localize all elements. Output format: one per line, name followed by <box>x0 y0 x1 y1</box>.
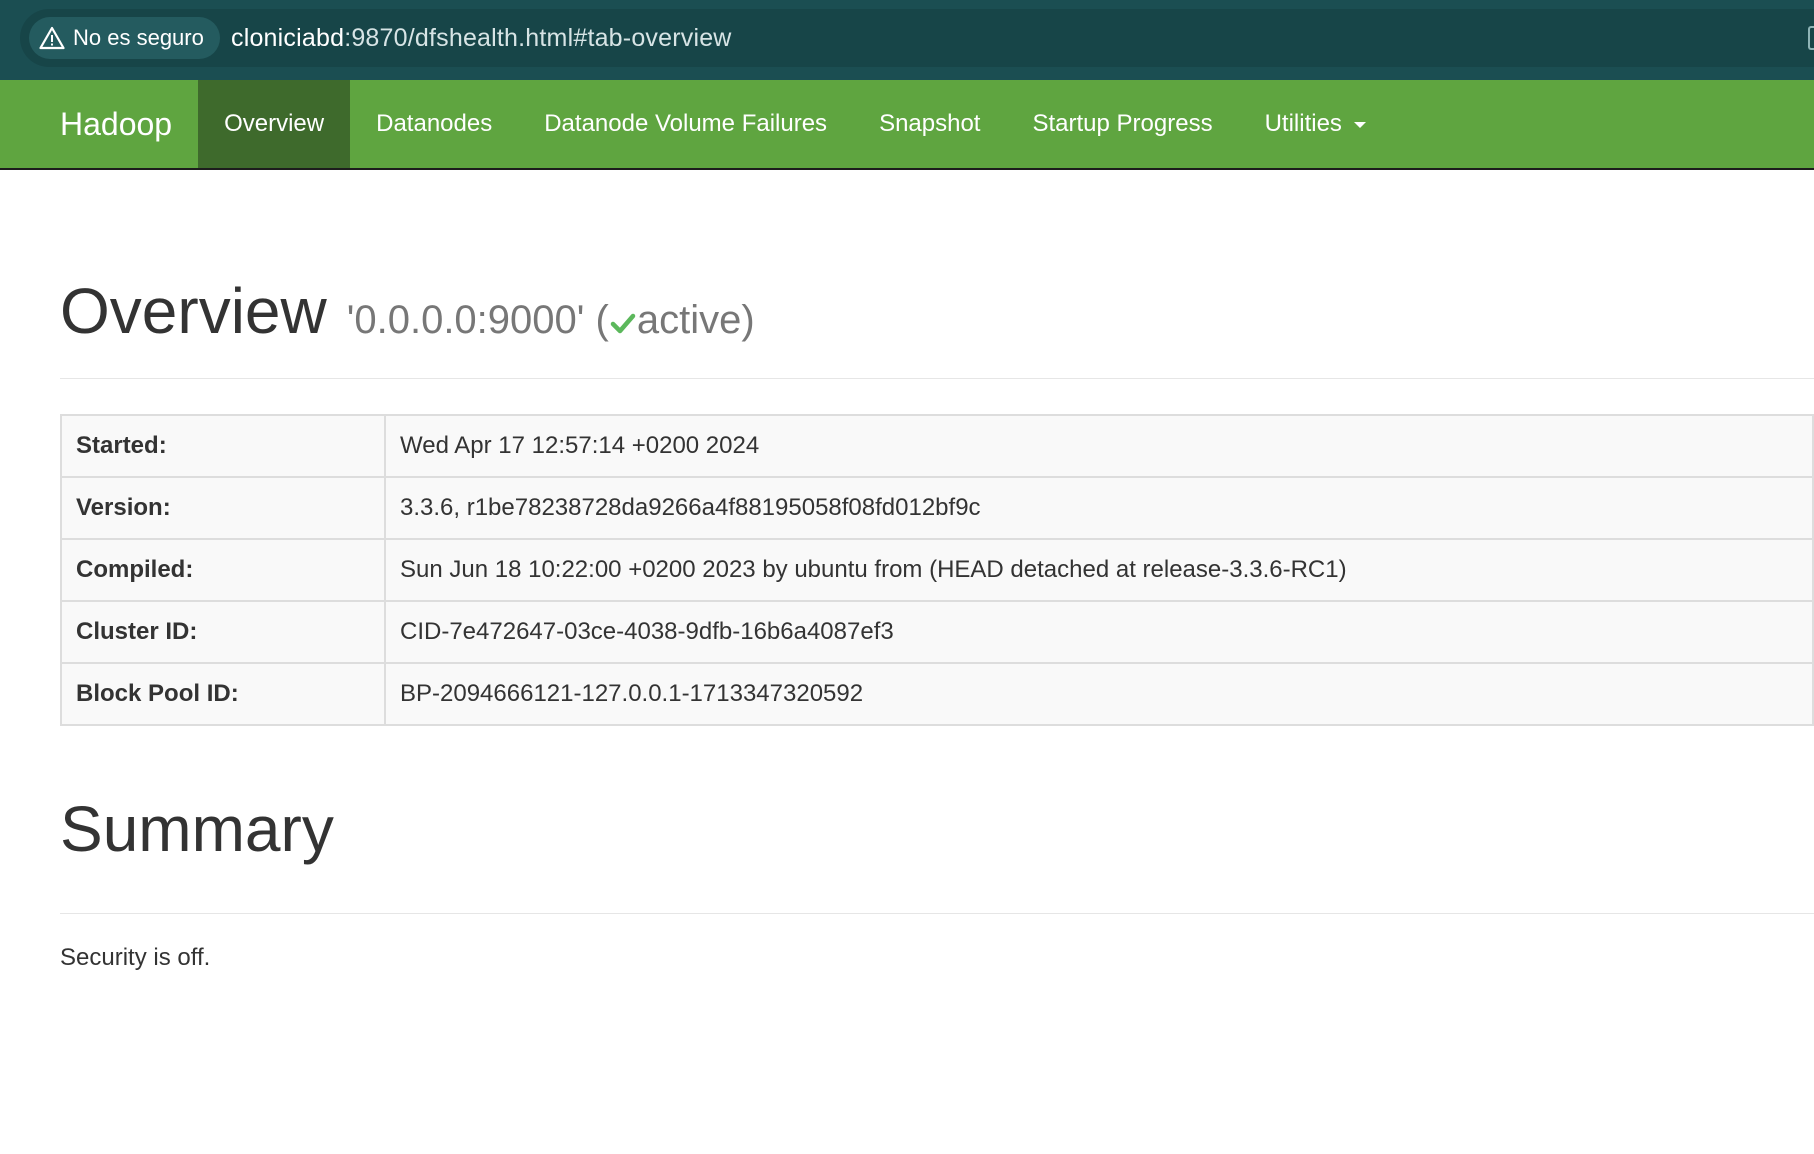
nav-startup-progress[interactable]: Startup Progress <box>1006 80 1238 168</box>
table-row: Cluster ID: CID-7e472647-03ce-4038-9dfb-… <box>60 600 1814 664</box>
nav-overview[interactable]: Overview <box>198 80 351 168</box>
caret-down-icon <box>1353 122 1366 128</box>
row-label: Block Pool ID: <box>60 662 386 726</box>
checkmark-icon <box>610 313 636 334</box>
security-label: No es seguro <box>73 25 204 50</box>
namenode-address: '0.0.0.0:9000' <box>346 298 585 342</box>
table-row: Block Pool ID: BP-2094666121-127.0.0.1-1… <box>60 662 1814 726</box>
url-field[interactable]: No es seguro cloniciabd:9870/dfshealth.h… <box>20 9 1814 67</box>
nav-utilities-label: Utilities <box>1264 110 1342 137</box>
namenode-status: '0.0.0.0:9000' ( active) <box>347 298 755 343</box>
main-content: Overview '0.0.0.0:9000' ( active) Started… <box>60 168 1814 972</box>
row-label: Compiled: <box>60 538 386 602</box>
nav-datanode-volume-failures[interactable]: Datanode Volume Failures <box>518 80 853 168</box>
browser-edge-control <box>1808 26 1814 50</box>
row-value: Wed Apr 17 12:57:14 +0200 2024 <box>384 414 1814 478</box>
divider <box>60 378 1814 379</box>
nav-datanodes[interactable]: Datanodes <box>350 80 518 168</box>
overview-header: Overview '0.0.0.0:9000' ( active) <box>60 274 1814 348</box>
table-row: Started: Wed Apr 17 12:57:14 +0200 2024 <box>60 414 1814 478</box>
row-value: CID-7e472647-03ce-4038-9dfb-16b6a4087ef3 <box>384 600 1814 664</box>
row-value: Sun Jun 18 10:22:00 +0200 2023 by ubuntu… <box>384 538 1814 602</box>
security-indicator[interactable]: No es seguro <box>29 17 220 59</box>
nav-utilities-dropdown[interactable]: Utilities <box>1239 80 1392 168</box>
brand-logo[interactable]: Hadoop <box>0 80 198 168</box>
warning-icon <box>39 26 65 50</box>
browser-address-bar: No es seguro cloniciabd:9870/dfshealth.h… <box>0 0 1814 82</box>
overview-table: Started: Wed Apr 17 12:57:14 +0200 2024 … <box>60 414 1814 726</box>
divider <box>60 913 1814 915</box>
status-text: active) <box>636 298 755 342</box>
table-row: Compiled: Sun Jun 18 10:22:00 +0200 2023… <box>60 538 1814 602</box>
security-status-text: Security is off. <box>60 944 211 972</box>
row-value: BP-2094666121-127.0.0.1-1713347320592 <box>384 662 1814 726</box>
row-label: Started: <box>60 414 386 478</box>
status-open-paren: ( <box>595 298 609 342</box>
nav-snapshot[interactable]: Snapshot <box>853 80 1006 168</box>
row-value: 3.3.6, r1be78238728da9266a4f88195058f08f… <box>384 476 1814 540</box>
navbar: Hadoop Overview Datanodes Datanode Volum… <box>0 80 1814 170</box>
table-row: Version: 3.3.6, r1be78238728da9266a4f881… <box>60 476 1814 540</box>
url-path: :9870/dfshealth.html#tab-overview <box>344 24 732 52</box>
url-host: cloniciabd <box>231 24 345 52</box>
page-title: Overview <box>60 275 327 347</box>
url-text[interactable]: cloniciabd:9870/dfshealth.html#tab-overv… <box>231 9 732 67</box>
summary-title: Summary <box>60 793 334 865</box>
row-label: Version: <box>60 476 386 540</box>
row-label: Cluster ID: <box>60 600 386 664</box>
